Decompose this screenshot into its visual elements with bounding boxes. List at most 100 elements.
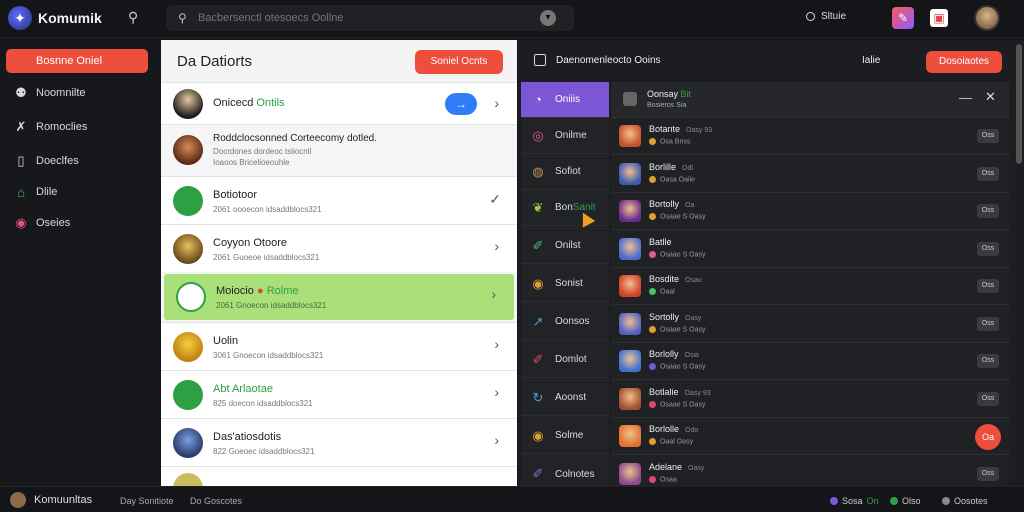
panel-icon — [534, 54, 546, 66]
activity-row-meta: Osaa — [649, 475, 677, 483]
nav-item-7[interactable]: ✐ Domlot — [521, 342, 609, 378]
header-action-button[interactable]: Dosoiaotes — [926, 51, 1002, 73]
activity-row[interactable]: Batlle Osaao S Oasy Oss — [611, 231, 1009, 268]
list-item[interactable]: Botiotoor 2061 oooecon idsaddblocs321 ✓ — [161, 176, 517, 224]
leaf-icon: ❦ — [532, 199, 544, 215]
nav-item-2[interactable]: ◍ Sofiot — [521, 154, 609, 190]
nav-item-9[interactable]: ◉ Solme — [521, 418, 609, 454]
search-icon[interactable]: ⚲ — [128, 9, 138, 26]
search-input[interactable] — [198, 12, 540, 24]
status-footer: Komuunltas Day Sonitiote Do Goscotes Sos… — [0, 486, 1024, 512]
chevron-right-icon[interactable]: › — [494, 95, 499, 111]
home-icon: ⌂ — [17, 184, 25, 200]
circle-icon: ◉ — [15, 215, 27, 230]
sidebar-item-4[interactable]: ⌂ Dlile — [6, 180, 148, 204]
sidebar-item-5[interactable]: ◉ Oseies — [6, 211, 148, 235]
nav-item-label: Sonist — [555, 278, 583, 289]
sidebar-item-2[interactable]: ✗ Romoclies — [6, 115, 148, 139]
row-action-button[interactable]: Oss — [977, 466, 999, 481]
activity-row[interactable]: Botlalie Oasy 93 Osaae S Oasy Oss — [611, 381, 1009, 418]
status-dot-icon — [830, 497, 838, 505]
app-shortcut-icon[interactable]: ✎ — [892, 7, 914, 29]
sidebar-item-3[interactable]: ▯ Doeclfes — [6, 149, 148, 173]
activity-row[interactable]: Sortolly Oasy Osaae S Oasy Oss — [611, 306, 1009, 343]
header-link[interactable]: Ialie — [862, 55, 880, 66]
avatar — [619, 125, 641, 147]
activity-row[interactable]: BorlolleOdoOaal OasyOss — [611, 418, 1009, 455]
nav-item-3[interactable]: ❦ BonSanit — [521, 190, 609, 226]
list-item[interactable]: Uolin 3061 Gnoecon idsaddblocs321 › — [161, 322, 517, 370]
nav-item-6[interactable]: ↗ Oonsos — [521, 304, 609, 340]
status-dot-icon — [649, 475, 656, 483]
list-item[interactable]: Das'atiosdotis 822 Goeoec idsaddblocs321… — [161, 418, 517, 466]
activity-row[interactable]: Botante Oasy 93 Osa Bnss Oss — [611, 118, 1009, 155]
chevron-right-icon[interactable]: › — [494, 384, 499, 400]
primary-action-button[interactable]: Soniel Ocnts — [415, 50, 503, 74]
nav-item-label: Aoonst — [555, 392, 587, 403]
activity-row[interactable]: Bortolly Oa Osaae S Oasy Oss — [611, 193, 1009, 230]
forward-arrow-icon[interactable]: → — [445, 93, 477, 115]
logo-star-icon: ✦ — [8, 6, 32, 30]
activity-list: Oonsay Bit Bosieros Sia — ✕ Botante Oasy … — [611, 82, 1009, 493]
list-item[interactable]: Onicecd Ontils → › — [161, 82, 517, 124]
list-item-title: Coyyon Otoore — [213, 237, 287, 249]
footer-status[interactable]: Sosa On — [830, 496, 879, 506]
list-item-title: Uolin — [213, 335, 239, 347]
list-item[interactable] — [161, 466, 517, 486]
footer-link[interactable]: Do Goscotes — [190, 496, 242, 506]
row-action-button[interactable]: Oss — [977, 129, 999, 143]
close-icon[interactable]: ✕ — [985, 89, 996, 105]
row-action-button[interactable]: Oss — [977, 241, 999, 256]
nav-item-4[interactable]: ✐ Onilst — [521, 228, 609, 264]
activity-row[interactable]: Bosdite Osau Oaal Oss — [611, 268, 1009, 305]
chevron-right-icon[interactable]: › — [494, 336, 499, 352]
chevron-right-icon[interactable]: › — [494, 432, 499, 448]
floating-action-button[interactable]: Oa — [975, 424, 1001, 450]
list-item-selected[interactable]: Moiocio ● Rolme 2061 Gnoecon idsaddblocs… — [164, 274, 514, 320]
sidebar-item-0[interactable]: Bosnne Oniel — [6, 49, 148, 73]
tools-icon: ✗ — [15, 119, 27, 134]
footer-status[interactable]: Oosotes — [942, 496, 988, 506]
row-action-button[interactable]: Oss — [977, 316, 999, 331]
list-item[interactable]: Abt Arlaotae 825 doecon idsaddblocs321 › — [161, 370, 517, 418]
activity-row-title: Batlle — [649, 236, 672, 247]
activity-row-title: Botlalie Oasy 93 — [649, 386, 711, 397]
search-bar[interactable]: ⚲ ▾ — [166, 5, 574, 31]
list-item-subtitle: 2061 oooecon idsaddblocs321 — [213, 205, 322, 214]
sidebar-item-label: Bosnne Oniel — [36, 55, 103, 67]
row-action-button[interactable]: Oss — [977, 354, 999, 368]
nav-item-1[interactable]: ◎ Onilme — [521, 118, 609, 154]
status-indicator[interactable]: Sltuie — [806, 11, 846, 22]
activity-row-meta: Osaao S Oasy — [649, 363, 706, 370]
chevron-right-icon[interactable]: › — [494, 238, 499, 254]
nav-item-0[interactable]: ◔ Oniiis — [521, 82, 609, 118]
footer-status-label: On — [866, 496, 879, 506]
footer-status[interactable]: Olso — [890, 496, 921, 506]
user-avatar[interactable] — [974, 5, 1000, 31]
avatar — [176, 282, 206, 312]
avatar — [619, 425, 641, 447]
chevron-right-icon[interactable]: › — [491, 286, 496, 302]
footer-status-label: Oosotes — [954, 496, 988, 506]
nav-item-8[interactable]: ↻ Aoonst — [521, 380, 609, 416]
list-item[interactable]: Roddclocsonned Corteecomy dotled. Docrdo… — [161, 124, 517, 176]
activity-row[interactable]: Borlille Odl Oasa Oaiie Oss — [611, 156, 1009, 193]
search-submit-icon[interactable]: ▾ — [540, 10, 556, 26]
nav-item-5[interactable]: ◉ Sonist — [521, 266, 609, 302]
nav-item-label: Onilst — [555, 240, 581, 251]
footer-link[interactable]: Day Sonitiote — [120, 496, 174, 506]
row-action-button[interactable]: Oss — [977, 391, 999, 406]
list-item-subtitle: 2061 Gnoecon idsaddblocs321 — [216, 301, 327, 310]
avatar — [619, 275, 641, 297]
scrollbar[interactable] — [1016, 44, 1022, 164]
minimize-icon[interactable]: — — [959, 90, 972, 105]
row-action-button[interactable]: Oss — [977, 279, 999, 293]
avatar[interactable] — [10, 492, 26, 508]
row-action-button[interactable]: Oss — [977, 204, 999, 218]
activity-row[interactable]: Borlolly Osia Osaao S Oasy Oss — [611, 343, 1009, 380]
row-action-button[interactable]: Oss — [977, 166, 999, 181]
list-item[interactable]: Coyyon Otoore 2061 Guoeoe idsaddblocs321… — [161, 224, 517, 272]
sidebar-item-1[interactable]: ⚉ Noomnilte — [6, 81, 148, 105]
app-logo[interactable]: ✦ Komumik — [8, 6, 102, 30]
calendar-icon[interactable]: ▣ — [930, 9, 948, 27]
